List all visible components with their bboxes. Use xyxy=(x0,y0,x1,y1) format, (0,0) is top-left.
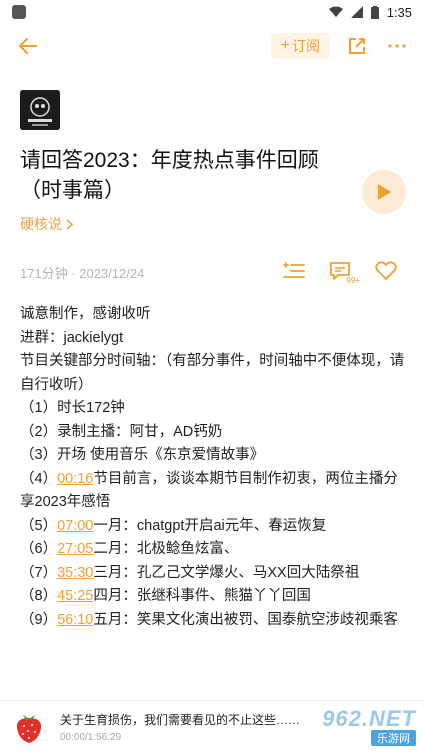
timeline-item: （4）00:16节目前言，谈谈本期节目制作初衷，两位主播分享2023年感悟 xyxy=(20,468,412,515)
like-button[interactable] xyxy=(372,258,400,284)
timeline-item: （7）35:30三月：孔乙己文学爆火、马XX回大陆祭祖 xyxy=(20,562,412,586)
timeline-item: （5）07:00一月：chatgpt开启ai元年、春运恢复 xyxy=(20,515,412,539)
episode-meta: 171分钟 · 2023/12/24 xyxy=(20,266,145,281)
desc-line: （2）录制主播：阿甘，AD钙奶 xyxy=(20,423,223,440)
wifi-icon xyxy=(328,6,343,17)
comment-button[interactable]: 99+ xyxy=(326,258,360,285)
subscribe-button[interactable]: + 订阅 xyxy=(270,33,330,59)
battery-icon xyxy=(370,5,379,19)
strawberry-icon xyxy=(16,715,42,743)
timeline-text: 四月：张继科事件、熊猫丫丫回国 xyxy=(93,588,311,604)
desc-line: 进群：jackielygt xyxy=(20,329,124,346)
player-info: 关于生育损伤，我们需要看见的不止这些…… 00:00/1:56:29 xyxy=(60,711,300,743)
watermark-sub: 乐游网 xyxy=(371,730,416,746)
more-icon xyxy=(388,44,406,48)
timeline-index: （6） xyxy=(20,541,58,557)
timeline-text: 五月：笑果文化演出被罚、国泰航空涉歧视乘客 xyxy=(93,611,398,628)
more-button[interactable] xyxy=(384,33,410,59)
timeline-index: （7） xyxy=(20,564,58,581)
plus-icon: + xyxy=(280,37,290,54)
player-thumbnail[interactable] xyxy=(12,710,46,744)
desc-line: （3）开场 使用音乐《东京爱情故事》 xyxy=(20,447,265,463)
timestamp-link[interactable]: 27:05 xyxy=(57,541,93,557)
timestamp-link[interactable]: 56:10 xyxy=(57,612,93,628)
timeline-index: （4） xyxy=(20,470,58,487)
add-to-playlist-button[interactable] xyxy=(280,258,308,284)
desc-line: （1）时长172钟 xyxy=(20,400,125,416)
episode-description: 诚意制作，感谢收听 进群：jackielygt 节目关键部分时间轴：（有部分事件… xyxy=(20,303,412,632)
timestamp-link[interactable]: 45:25 xyxy=(57,588,93,604)
timeline-index: （8） xyxy=(20,588,58,604)
site-watermark: 962.NET 乐游网 xyxy=(290,706,416,750)
desc-line: 节目关键部分时间轴：（有部分事件，时间轴中不便体现，请自行收听） xyxy=(20,353,405,393)
timeline-text: 三月：孔乙己文学爆火、马XX回大陆祭祖 xyxy=(93,564,360,581)
podcast-cover[interactable] xyxy=(20,90,60,130)
timeline-item: （8）45:25四月：张继科事件、熊猫丫丫回国 xyxy=(20,585,412,609)
share-icon xyxy=(349,38,365,54)
playlist-add-icon xyxy=(283,262,305,278)
status-bar: 1:35 xyxy=(0,0,424,24)
timeline-item: （6）27:05二月：北极鲶鱼炫富、 xyxy=(20,538,412,562)
timeline-index: （9） xyxy=(20,611,58,628)
back-button[interactable] xyxy=(14,32,42,60)
notification-icon xyxy=(12,5,26,19)
episode-title: 请回答2023：年度热点事件回顾（时事篇） xyxy=(20,149,319,202)
status-time: 1:35 xyxy=(386,4,412,20)
podcast-logo xyxy=(20,90,60,130)
play-button[interactable] xyxy=(362,170,406,214)
heart-icon xyxy=(375,261,397,280)
arrow-left-icon xyxy=(19,38,37,54)
timestamp-link[interactable]: 00:16 xyxy=(57,471,93,487)
timeline-item: （9）56:10五月：笑果文化演出被罚、国泰航空涉歧视乘客 xyxy=(20,609,412,633)
subscribe-label: 订阅 xyxy=(292,38,320,54)
play-icon xyxy=(378,184,391,200)
timestamp-link[interactable]: 35:30 xyxy=(57,565,93,581)
comment-count-badge: 99+ xyxy=(346,276,360,285)
status-indicators: 1:35 xyxy=(328,4,412,20)
top-bar: + 订阅 xyxy=(0,28,424,64)
top-actions: + 订阅 xyxy=(270,33,410,59)
timeline-text: 一月：chatgpt开启ai元年、春运恢复 xyxy=(93,517,327,534)
chevron-right-icon xyxy=(66,218,73,230)
player-time: 00:00/1:56:29 xyxy=(60,732,122,743)
player-title: 关于生育损伤，我们需要看见的不止这些…… xyxy=(60,713,300,727)
timeline-index: （5） xyxy=(20,517,58,534)
signal-icon xyxy=(350,6,363,18)
episode-actions: 99+ xyxy=(280,258,400,285)
author-name: 硬核说 xyxy=(20,216,62,232)
author-link[interactable]: 硬核说 xyxy=(20,214,73,234)
desc-line: 诚意制作，感谢收听 xyxy=(20,306,151,322)
watermark-number: 962.NET xyxy=(322,706,416,731)
timeline-text: 二月：北极鲶鱼炫富、 xyxy=(93,541,239,557)
share-button[interactable] xyxy=(344,33,370,59)
timestamp-link[interactable]: 07:00 xyxy=(57,518,93,534)
